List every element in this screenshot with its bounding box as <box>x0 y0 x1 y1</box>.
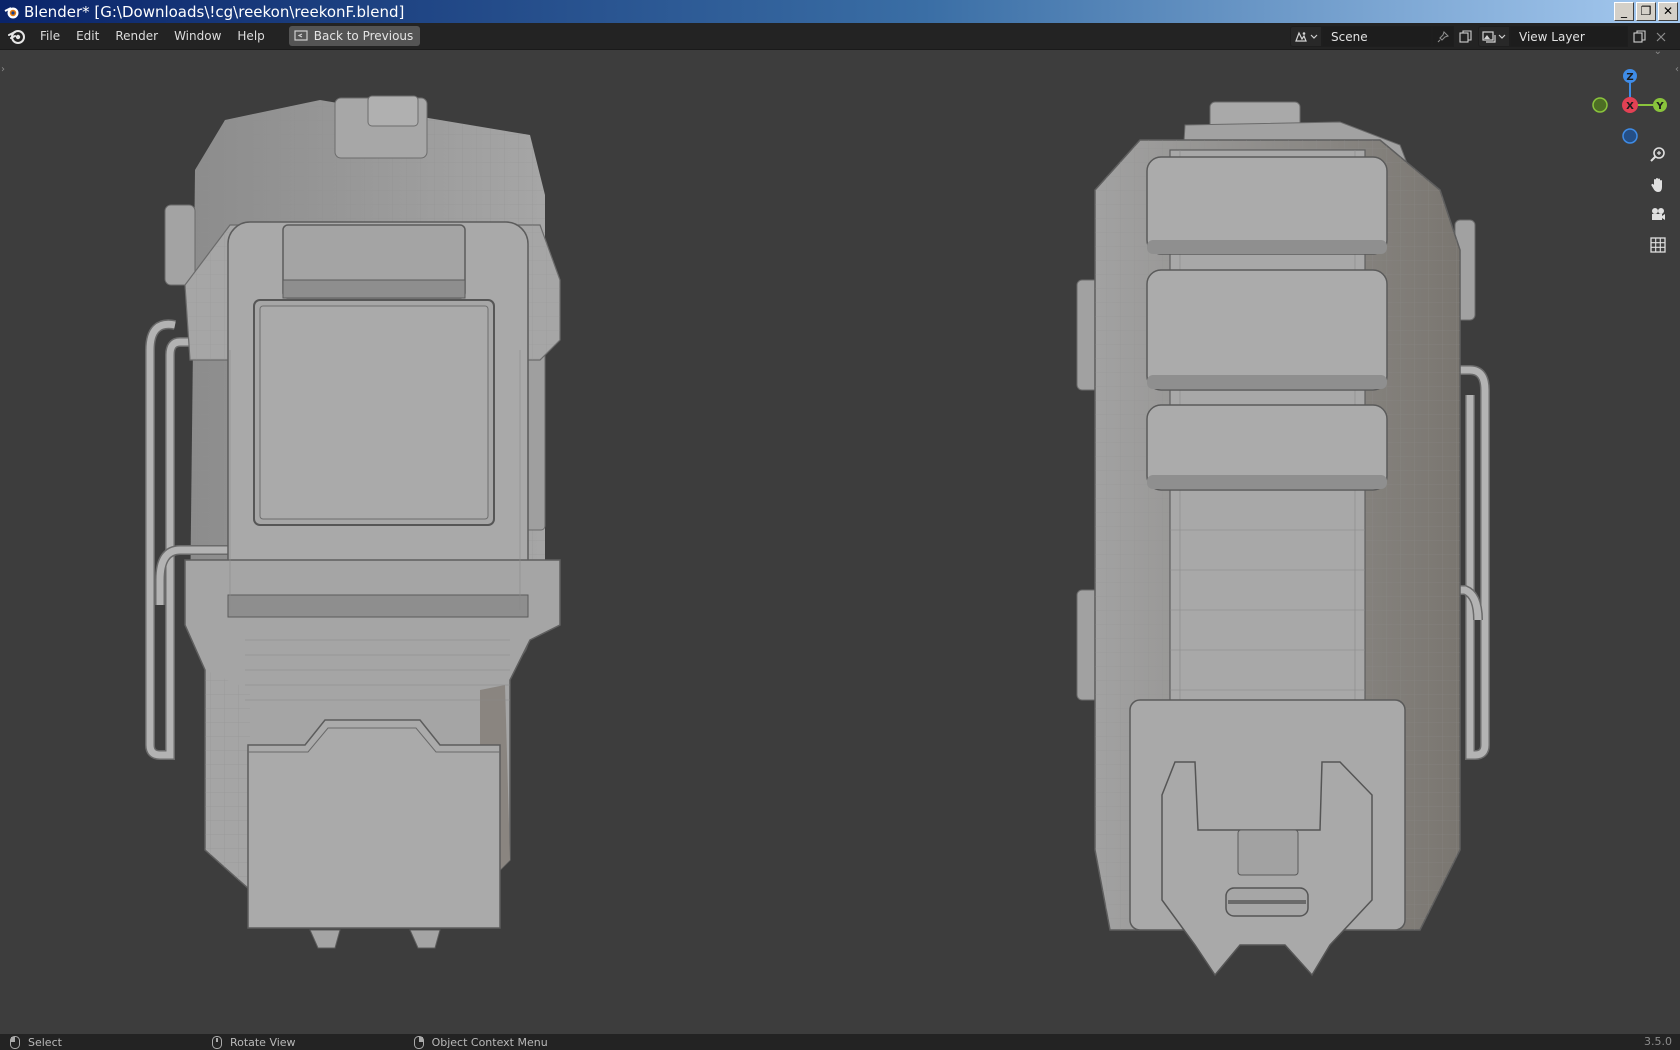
duplicate-icon <box>1632 30 1646 43</box>
mouse-right-icon <box>413 1035 424 1049</box>
close-button[interactable]: ✕ <box>1658 2 1678 21</box>
top-bar: File Edit Render Window Help Back to Pre… <box>0 23 1680 50</box>
pan-button[interactable] <box>1645 172 1671 198</box>
duplicate-icon <box>1458 30 1472 43</box>
gizmo-x-label: X <box>1626 101 1634 112</box>
new-view-layer-button[interactable] <box>1628 26 1650 47</box>
menu-file[interactable]: File <box>32 25 68 47</box>
screen-back-icon <box>294 30 308 41</box>
delete-view-layer-button[interactable] <box>1650 26 1672 47</box>
grid-icon <box>1650 237 1666 253</box>
blender-logo-icon[interactable] <box>8 27 26 45</box>
menu-edit[interactable]: Edit <box>68 25 107 47</box>
left-model <box>145 95 561 949</box>
menu-render[interactable]: Render <box>107 25 166 47</box>
window-controls: _ ❐ ✕ <box>1614 2 1678 21</box>
new-scene-button[interactable] <box>1454 26 1476 47</box>
pin-icon <box>1437 30 1449 42</box>
chevron-down-icon <box>1498 34 1506 39</box>
gizmo-z-label: Z <box>1626 72 1633 83</box>
menu-window[interactable]: Window <box>166 25 229 47</box>
scene-name-field[interactable]: Scene <box>1322 26 1432 47</box>
status-context-menu: Object Context Menu <box>413 1035 548 1049</box>
model-render <box>145 95 1490 977</box>
close-icon <box>1656 32 1666 41</box>
status-select: Select <box>10 1035 62 1049</box>
camera-view-button[interactable] <box>1645 202 1671 228</box>
camera-icon <box>1652 208 1665 220</box>
version-label: 3.5.0 <box>1644 1035 1672 1048</box>
menu-help[interactable]: Help <box>229 25 272 47</box>
view-layer-browse-button[interactable] <box>1478 26 1510 47</box>
zoom-icon <box>1650 147 1665 162</box>
status-bar: Select Rotate View Object Context Menu 3… <box>0 1034 1680 1050</box>
status-rotate-label: Rotate View <box>229 1035 296 1049</box>
window-title-bar: Blender* [G:\Downloads\!cg\reekon\reekon… <box>0 0 1680 23</box>
blender-window-icon <box>4 6 19 18</box>
scene-icon <box>1295 31 1307 42</box>
back-to-previous-label: Back to Previous <box>313 29 414 43</box>
status-select-label: Select <box>28 1035 62 1049</box>
blender-app: Blender* [G:\Downloads\!cg\reekon\reekon… <box>0 0 1680 1050</box>
view-layer-icon <box>1482 30 1496 43</box>
right-model <box>1076 101 1490 977</box>
navigation-gizmo[interactable]: Z Y X <box>1585 60 1675 146</box>
gizmo-y-label: Y <box>1655 101 1664 112</box>
pin-scene-button[interactable] <box>1432 26 1454 47</box>
view-layer-selector: View Layer <box>1478 26 1672 47</box>
scene-selector: Scene <box>1290 26 1498 47</box>
ortho-toggle-button[interactable] <box>1645 232 1671 258</box>
mouse-middle-icon <box>211 1035 222 1049</box>
back-to-previous-button[interactable]: Back to Previous <box>288 26 421 46</box>
chevron-down-icon <box>1310 34 1318 39</box>
mouse-left-icon <box>10 1035 20 1049</box>
hand-pan-icon <box>1651 178 1662 192</box>
scene-browse-button[interactable] <box>1290 26 1322 47</box>
restore-button[interactable]: ❐ <box>1636 2 1656 21</box>
status-rotate: Rotate View <box>211 1035 296 1049</box>
3d-viewport[interactable]: › ‹ ⌄ Z Y X <box>0 46 1680 1034</box>
status-context-label: Object Context Menu <box>431 1035 548 1049</box>
window-title: Blender* [G:\Downloads\!cg\reekon\reekon… <box>24 2 405 21</box>
zoom-button[interactable] <box>1645 142 1671 168</box>
view-layer-name-field[interactable]: View Layer <box>1510 26 1628 47</box>
minimize-button[interactable]: _ <box>1614 2 1634 21</box>
